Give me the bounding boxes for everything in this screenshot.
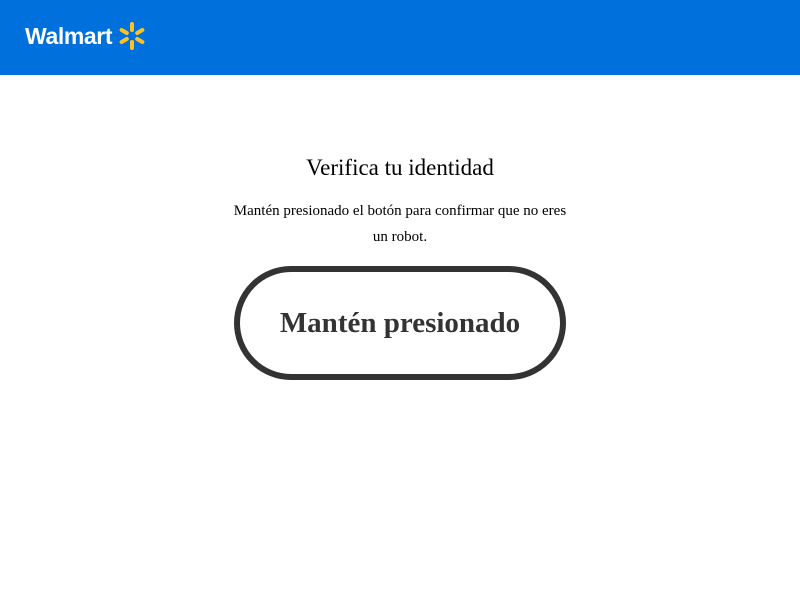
site-header: Walmart	[0, 0, 800, 75]
walmart-spark-icon	[119, 22, 145, 50]
press-and-hold-button[interactable]: Mantén presionado	[234, 266, 566, 380]
logo-wordmark: Walmart	[25, 23, 113, 49]
press-and-hold-label: Mantén presionado	[279, 307, 521, 339]
verification-panel: Verifica tu identidad Mantén presionado …	[0, 75, 800, 600]
instructions-text: Mantén presionado el botón para confirma…	[233, 203, 567, 245]
page-title: Verifica tu identidad	[306, 155, 494, 180]
walmart-logo[interactable]: Walmart	[25, 20, 147, 52]
